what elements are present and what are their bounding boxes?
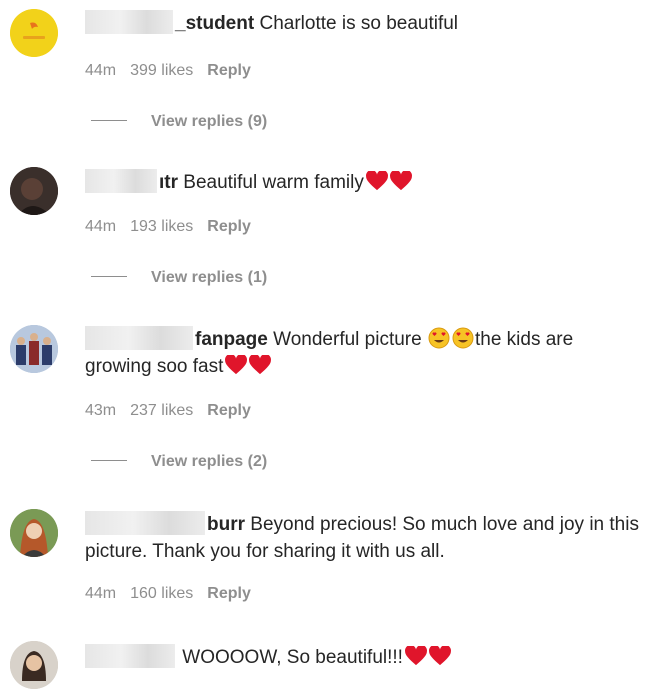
- comment-text: Charlotte is so beautiful: [259, 13, 459, 34]
- timestamp: 44m: [85, 62, 117, 79]
- profile-photo-icon: [10, 167, 58, 215]
- avatar[interactable]: [10, 325, 58, 373]
- red-heart-icon: [225, 354, 248, 375]
- view-replies-button[interactable]: View replies (1): [91, 269, 267, 287]
- comment-meta: 44m 160 likes Reply: [85, 585, 265, 603]
- view-replies-label: View replies (9): [151, 113, 268, 130]
- timestamp: 44m: [85, 585, 117, 602]
- red-heart-icon: [428, 645, 451, 666]
- username[interactable]: burr: [207, 514, 245, 535]
- comment-text: Beautiful warm family: [183, 172, 364, 193]
- comment-text: WOOOOW, So beautiful!!!: [182, 647, 403, 668]
- profile-photo-icon: [10, 509, 58, 557]
- comment-body: _student Charlotte is so beautiful: [85, 10, 644, 37]
- timestamp: 43m: [85, 402, 117, 419]
- comment-meta: 43m 237 likes Reply: [85, 402, 265, 420]
- reply-button[interactable]: Reply: [207, 62, 251, 79]
- like-count[interactable]: 237 likes: [130, 402, 193, 419]
- red-heart-icon: [389, 170, 412, 191]
- redacted-username-prefix: [85, 511, 205, 535]
- divider: [91, 276, 127, 277]
- avatar[interactable]: [10, 509, 58, 557]
- comment-body: burr Beyond precious! So much love and j…: [85, 511, 644, 565]
- red-heart-icon: [249, 354, 272, 375]
- heart-eyes-icon: [452, 327, 474, 349]
- red-heart-icon: [365, 170, 388, 191]
- avatar[interactable]: [10, 641, 58, 689]
- reply-button[interactable]: Reply: [207, 585, 251, 602]
- divider: [91, 120, 127, 121]
- view-replies-button[interactable]: View replies (9): [91, 113, 267, 131]
- reply-button[interactable]: Reply: [207, 402, 251, 419]
- view-replies-label: View replies (2): [151, 453, 268, 470]
- view-replies-button[interactable]: View replies (2): [91, 453, 267, 471]
- redacted-username-prefix: [85, 326, 193, 350]
- heart-eyes-icon: [428, 327, 450, 349]
- view-replies-label: View replies (1): [151, 269, 268, 286]
- reply-button[interactable]: Reply: [207, 218, 251, 235]
- like-count[interactable]: 399 likes: [130, 62, 193, 79]
- comment-meta: 44m 399 likes Reply: [85, 62, 265, 80]
- profile-photo-icon: [10, 325, 58, 373]
- comment-text-part1: Wonderful picture: [273, 329, 422, 350]
- avatar[interactable]: [10, 9, 58, 57]
- redacted-username-prefix: [85, 10, 173, 34]
- comment-body: fanpage Wonderful picture the kids are g…: [85, 326, 644, 380]
- logo-icon: [10, 9, 58, 57]
- like-count[interactable]: 193 likes: [130, 218, 193, 235]
- red-heart-icon: [404, 645, 427, 666]
- profile-photo-icon: [10, 641, 58, 689]
- redacted-username-prefix: [85, 169, 157, 193]
- redacted-username: [85, 644, 175, 668]
- username[interactable]: _student: [175, 13, 254, 34]
- avatar[interactable]: [10, 167, 58, 215]
- divider: [91, 460, 127, 461]
- like-count[interactable]: 160 likes: [130, 585, 193, 602]
- comment-body: WOOOOW, So beautiful!!!: [85, 644, 644, 671]
- username[interactable]: fanpage: [195, 329, 268, 350]
- comment-meta: 44m 193 likes Reply: [85, 218, 265, 236]
- comment-body: ıtr Beautiful warm family: [85, 169, 644, 196]
- timestamp: 44m: [85, 218, 117, 235]
- username[interactable]: ıtr: [159, 172, 178, 193]
